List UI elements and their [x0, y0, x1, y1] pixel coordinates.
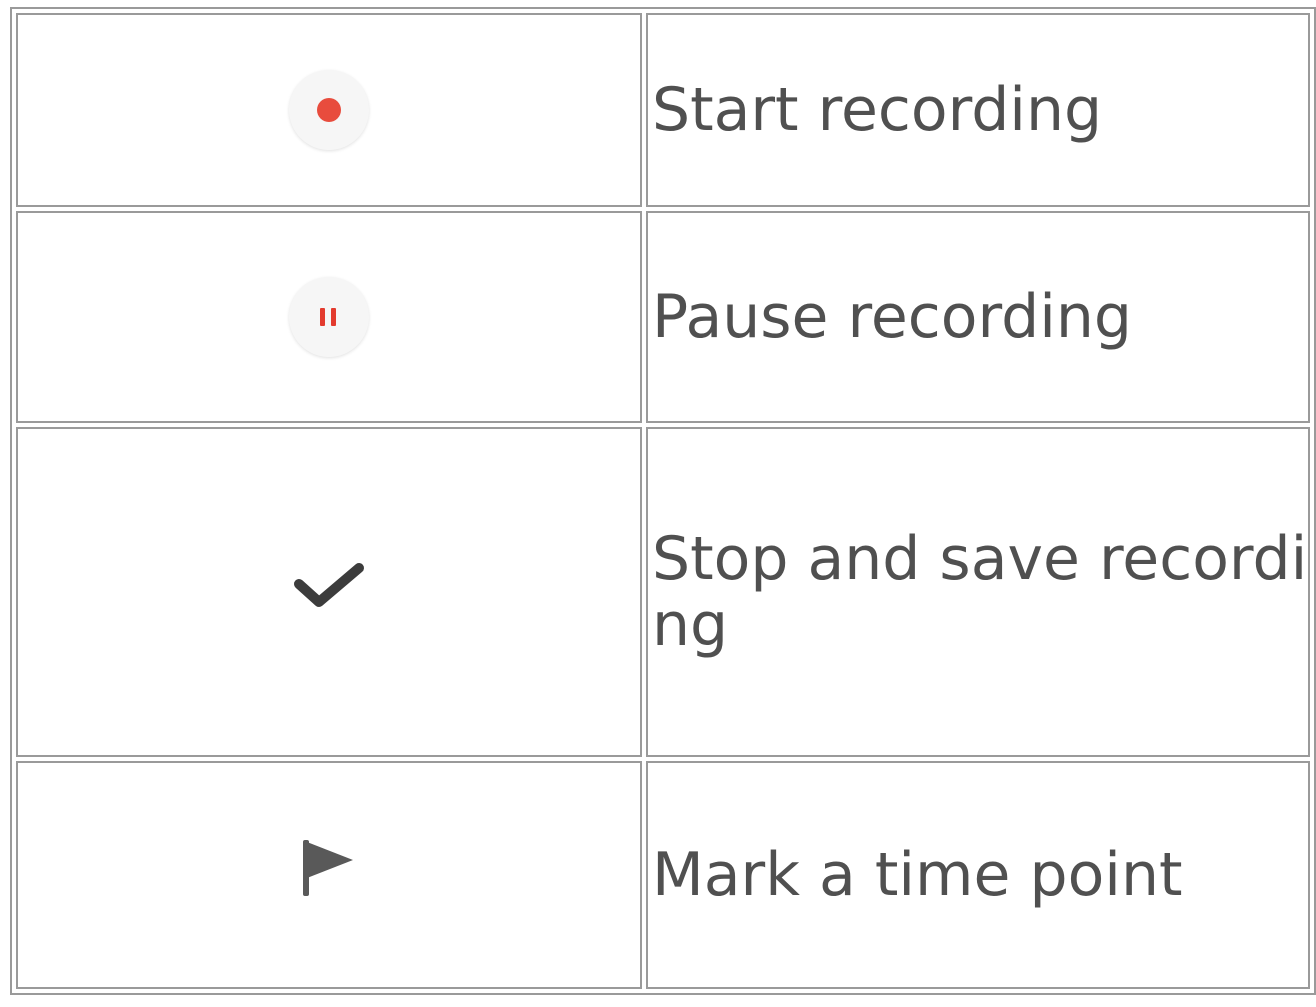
table-row: Mark a time point: [16, 761, 1310, 989]
label-cell-stop-and-save: Stop and save recording: [646, 427, 1310, 757]
recording-controls-table-wrapper: Start recording Pause recording Stop and…: [10, 7, 1316, 1007]
label-cell-start-recording: Start recording: [646, 13, 1310, 207]
icon-cell: [16, 427, 642, 757]
icon-cell: [16, 761, 642, 989]
record-dot: [317, 98, 341, 122]
recording-controls-table: Start recording Pause recording Stop and…: [10, 7, 1316, 995]
table-row: Stop and save recording: [16, 427, 1310, 757]
icon-cell: [16, 13, 642, 207]
flag-icon: [301, 838, 357, 913]
checkmark-icon: [291, 558, 367, 627]
table-row: Pause recording: [16, 211, 1310, 423]
label-cell-pause-recording: Pause recording: [646, 211, 1310, 423]
pause-icon: [289, 277, 369, 357]
record-icon: [289, 70, 369, 150]
pause-bar-left: [320, 308, 325, 326]
pause-bar-right: [331, 308, 336, 326]
label-cell-mark-time-point: Mark a time point: [646, 761, 1310, 989]
icon-cell: [16, 211, 642, 423]
table-row: Start recording: [16, 13, 1310, 207]
